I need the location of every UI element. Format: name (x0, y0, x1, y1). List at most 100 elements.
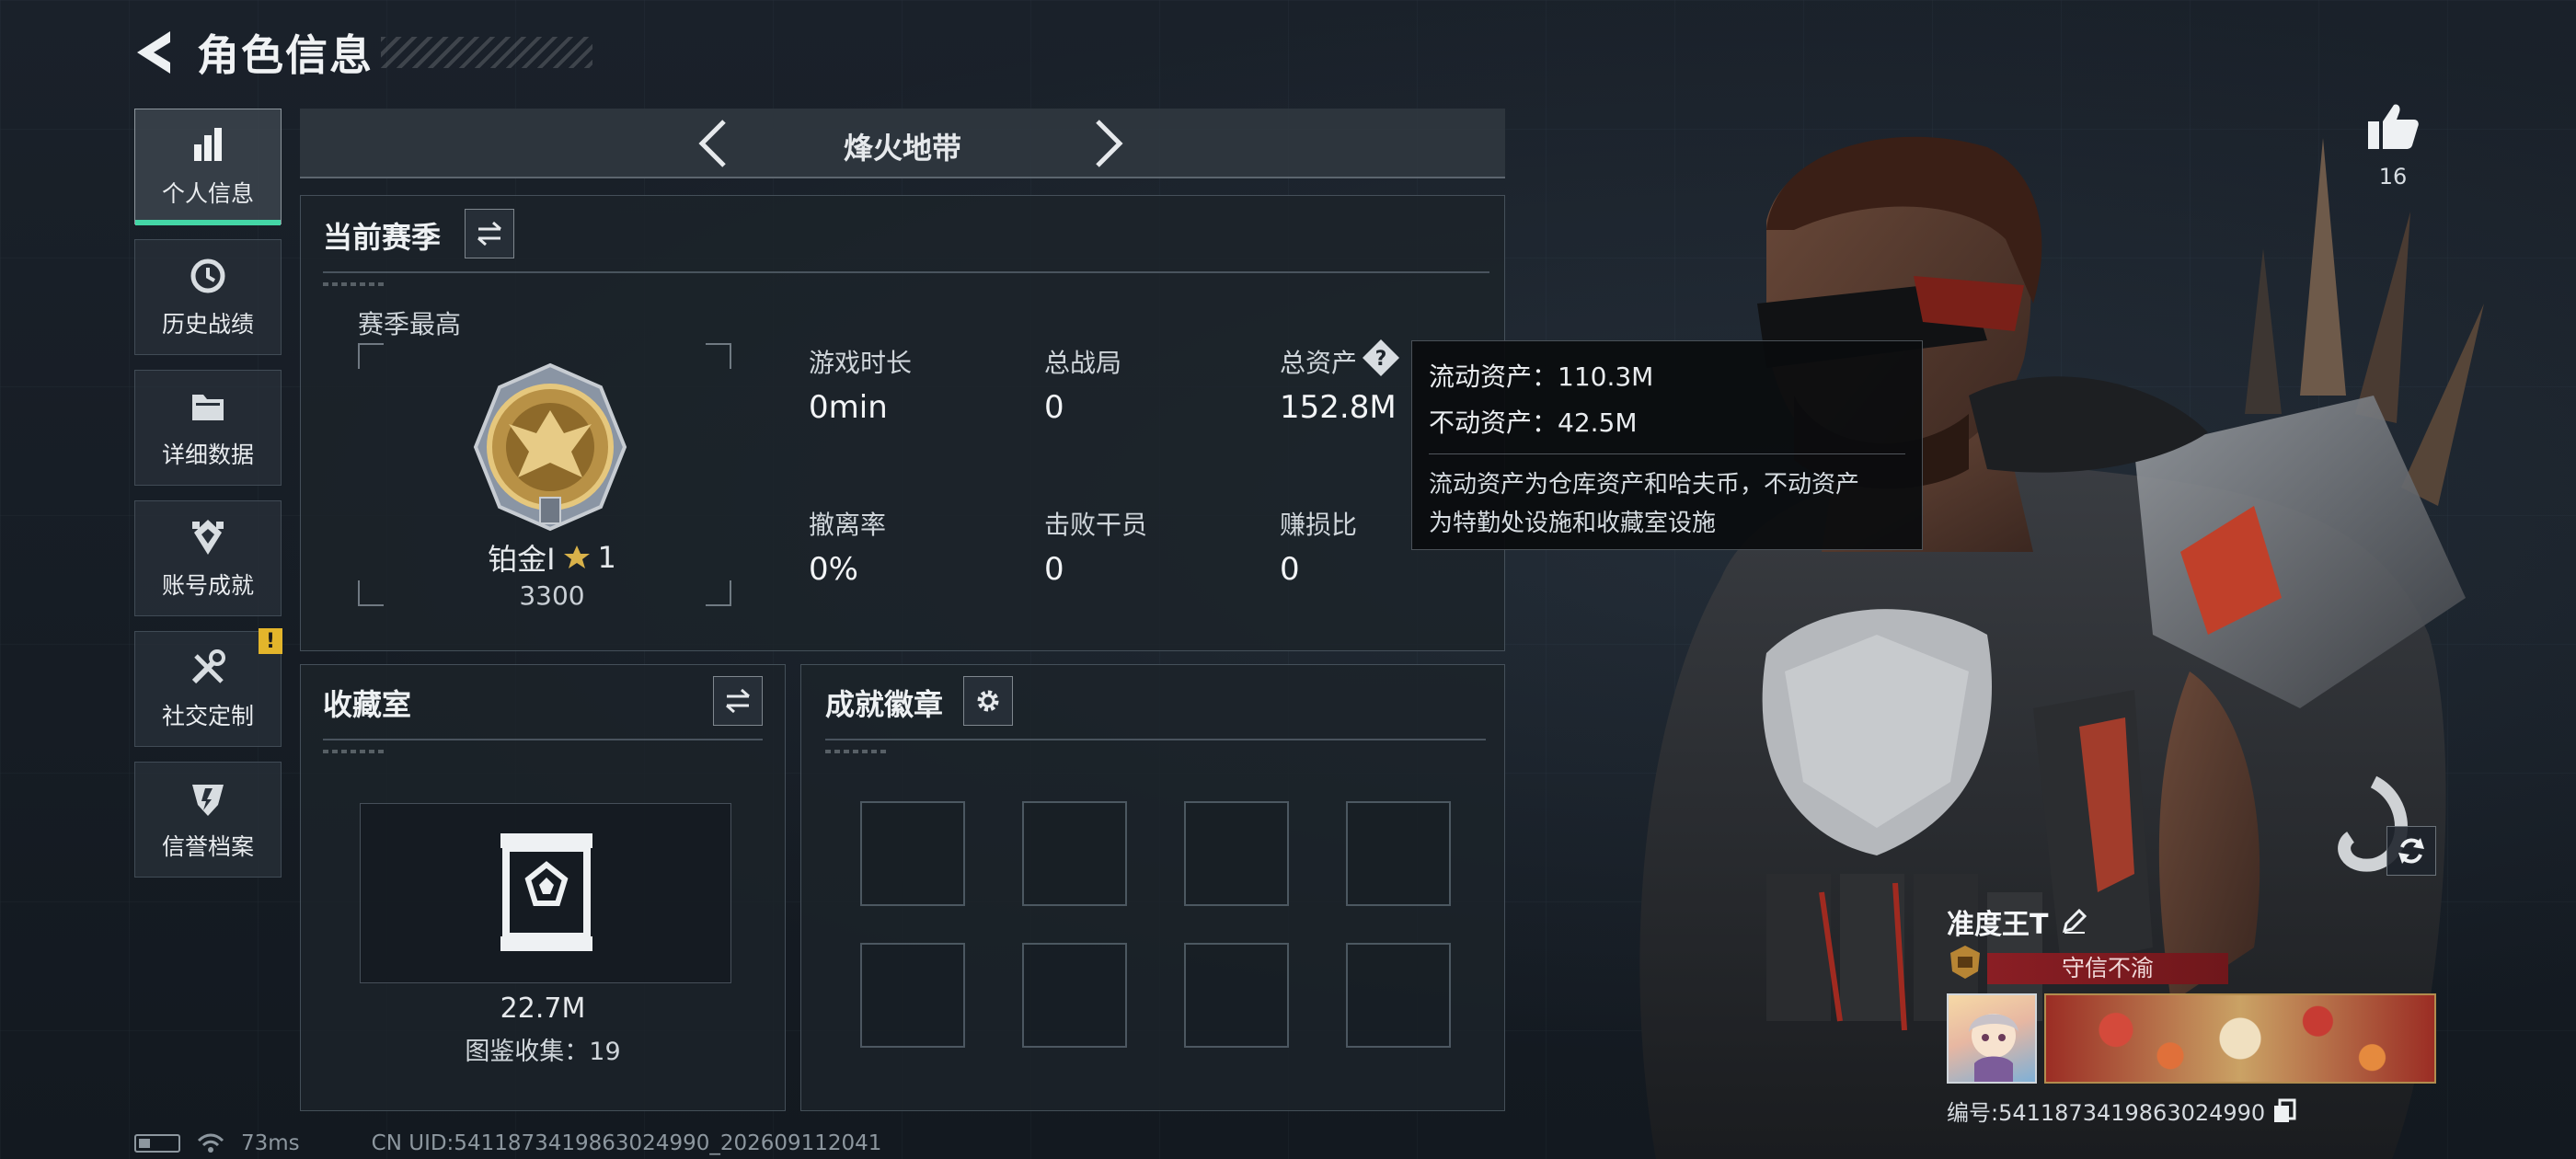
sidebar-item-social[interactable]: 社交定制 ! (134, 628, 282, 747)
title-emblem-icon (1950, 946, 1980, 979)
avatar-illustration (1969, 1014, 2018, 1082)
season-best-label: 赛季最高 (358, 309, 462, 339)
stat-value: 152.8M (1280, 389, 1397, 426)
history-icon (190, 258, 225, 293)
next-mode-button[interactable] (1082, 116, 1137, 171)
edit-icon[interactable] (2061, 909, 2087, 935)
copy-icon[interactable] (2272, 1098, 2296, 1124)
frame-corner (706, 343, 731, 369)
avatar[interactable] (1947, 993, 2037, 1084)
page-title: 角色信息 (197, 30, 374, 80)
sidebar-item-label: 信誉档案 (161, 833, 254, 860)
back-button[interactable] (129, 27, 180, 78)
fixed-assets: 不动资产：42.5M (1429, 407, 1638, 438)
panel-title: 成就徽章 (825, 687, 944, 722)
tooltip-description-line: 为特勤处设施和收藏室设施 (1429, 510, 1717, 537)
decor-dash (825, 750, 890, 753)
sidebar-item-label: 个人信息 (161, 180, 254, 207)
stat-value: 0min (809, 389, 888, 426)
collection-preview[interactable] (360, 803, 731, 983)
achievement-badges-panel: 成就徽章 (800, 664, 1505, 1111)
tooltip-description-line: 流动资产为仓库资产和哈夫币，不动资产 (1429, 471, 1860, 499)
wifi-icon (197, 1133, 224, 1153)
folder-icon (192, 395, 224, 420)
notification-badge: ! (259, 628, 282, 654)
badge-slot[interactable] (1184, 801, 1289, 906)
sidebar-item-history[interactable]: 历史战绩 (134, 239, 282, 355)
switch-season-button[interactable] (465, 209, 514, 258)
collection-room-panel: 收藏室 22.7M 图鉴收集：19 (300, 664, 786, 1111)
badge-slot[interactable] (860, 943, 965, 1048)
chevron-right-icon (1096, 120, 1123, 167)
tools-icon (191, 649, 225, 684)
decor-dash (323, 750, 387, 753)
stat-value: 0% (809, 551, 858, 588)
badge-settings-button[interactable] (963, 676, 1013, 726)
mode-selector: 烽火地带 (300, 109, 1505, 178)
divider (825, 739, 1486, 740)
player-id: 编号:5411873419863024990 (1947, 1100, 2266, 1126)
player-banner[interactable] (2044, 993, 2436, 1084)
star-icon (563, 545, 590, 568)
refresh-icon (2398, 838, 2424, 864)
swap-icon (726, 688, 750, 714)
player-name: 准度王T (1947, 909, 2049, 941)
ping-value: 73ms (241, 1131, 300, 1155)
gear-icon (977, 690, 999, 712)
player-card: 准度王T 守信不渝 编号:5411873419863024990 (1947, 901, 2436, 1127)
sidebar-item-achievements[interactable]: 账号成就 (134, 500, 282, 616)
frame-corner (358, 580, 384, 606)
stat-label: 赚损比 (1280, 510, 1358, 540)
stat-value: 0 (1280, 551, 1300, 588)
asset-tooltip: 流动资产：110.3M 不动资产：42.5M 流动资产为仓库资产和哈夫币，不动资… (1411, 340, 1923, 550)
switch-collection-button[interactable] (713, 676, 763, 726)
stat-label: 击败干员 (1044, 510, 1148, 540)
badge-slot[interactable] (1022, 943, 1127, 1048)
shield-icon (192, 785, 224, 816)
sidebar: 个人信息 历史战绩 详细数据 账号成就 社交定制 ! 信誉档案 (134, 109, 282, 892)
badge-slot[interactable] (1022, 801, 1127, 906)
decor-dash (323, 282, 387, 286)
battery-icon (134, 1134, 180, 1153)
badge-slot[interactable] (1346, 801, 1451, 906)
refresh-button[interactable] (2386, 826, 2436, 876)
sidebar-item-detailed-data[interactable]: 详细数据 (134, 370, 282, 486)
rank-medal-icon (473, 362, 627, 532)
current-season-panel: 当前赛季 赛季最高 铂金I 1 3300 游戏时长 0min 总战局 0 总资产… (300, 195, 1505, 651)
collection-value: 22.7M (500, 993, 586, 1025)
panel-title: 当前赛季 (323, 220, 442, 255)
bar-chart-icon (194, 128, 222, 161)
svg-text:?: ? (1375, 348, 1387, 371)
stat-value: 0 (1044, 389, 1064, 426)
player-title-badge: 守信不渝 (1987, 953, 2228, 984)
divider (323, 271, 1489, 273)
sidebar-item-personal-info[interactable]: 个人信息 (134, 109, 282, 225)
page-header: 角色信息 (129, 20, 592, 85)
rank-stars: 1 (597, 540, 616, 575)
stat-label: 总资产 (1280, 348, 1358, 378)
stat-label: 游戏时长 (809, 348, 913, 378)
player-id-row: 编号:5411873419863024990 (1947, 1095, 2436, 1127)
stat-value: 0 (1044, 551, 1064, 588)
title-decoration (381, 37, 592, 68)
sidebar-item-credit[interactable]: 信誉档案 (134, 762, 282, 878)
status-bar: 73ms CN UID:5411873419863024990_20260911… (134, 1131, 881, 1155)
achievement-icon (192, 520, 224, 555)
mode-title: 烽火地带 (843, 131, 961, 166)
badge-slot[interactable] (860, 801, 965, 906)
rank-points: 3300 (519, 580, 585, 611)
help-icon[interactable]: ? (1361, 338, 1401, 378)
badge-slot[interactable] (1184, 943, 1289, 1048)
badge-slot[interactable] (1346, 943, 1451, 1048)
back-arrow-icon (137, 31, 170, 74)
card-images (1947, 993, 2436, 1084)
uid-text: CN UID:5411873419863024990_202609112041 (371, 1131, 882, 1155)
sidebar-item-label: 账号成就 (161, 572, 254, 599)
like-count: 16 (2378, 164, 2408, 189)
panel-title: 收藏室 (323, 687, 412, 722)
liquid-assets: 流动资产：110.3M (1429, 361, 1654, 392)
rank-info: 铂金I 1 (476, 536, 628, 579)
frame-corner (706, 580, 731, 606)
like-button[interactable]: 16 (2363, 101, 2423, 189)
divider (1429, 453, 1905, 454)
